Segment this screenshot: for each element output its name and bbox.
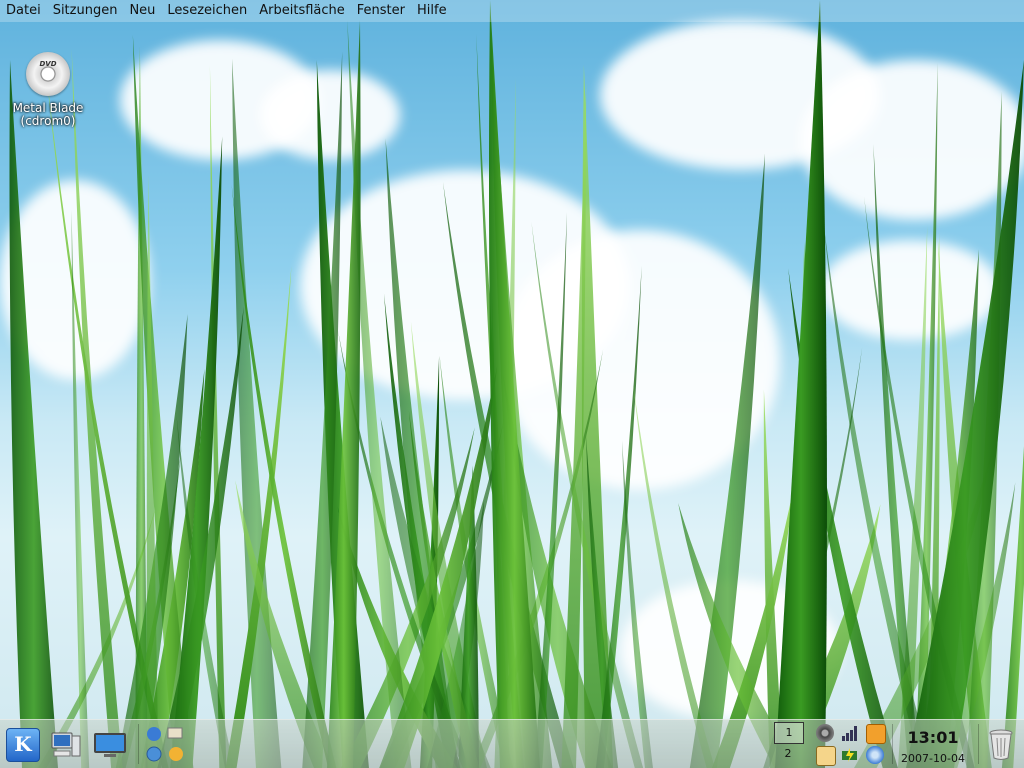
desktop-icon-label-line2: (cdrom0) xyxy=(20,114,76,128)
speaker-icon[interactable] xyxy=(816,724,834,742)
network-apps-icon[interactable] xyxy=(144,724,188,764)
desktop-icon-label: Metal Blade (cdrom0) xyxy=(8,102,88,128)
pager-desktop-2[interactable]: 2 xyxy=(774,744,802,764)
grass-wallpaper xyxy=(9,0,1024,768)
computer-icon[interactable] xyxy=(50,730,82,760)
panel-separator xyxy=(892,724,893,764)
menu-lesezeichen[interactable]: Lesezeichen xyxy=(161,0,253,22)
trash-icon[interactable] xyxy=(986,726,1016,762)
grass-blade xyxy=(775,0,827,768)
grass-blade xyxy=(232,58,282,768)
kde-menu-button[interactable]: K xyxy=(6,728,40,762)
menu-arbeitsflaeche[interactable]: Arbeitsfläche xyxy=(253,0,351,22)
desktop-show-icon[interactable] xyxy=(92,730,128,760)
clock-time[interactable]: 13:01 xyxy=(896,728,970,747)
desktop-pager: 1 2 xyxy=(774,722,804,766)
menu-datei[interactable]: Datei xyxy=(0,0,47,22)
email-icon[interactable] xyxy=(866,724,886,744)
menu-neu[interactable]: Neu xyxy=(123,0,161,22)
grass-blade xyxy=(9,60,58,768)
network-signal-icon[interactable] xyxy=(841,724,859,742)
panel-separator xyxy=(978,724,979,764)
menu-hilfe[interactable]: Hilfe xyxy=(411,0,453,22)
klipper-icon[interactable] xyxy=(816,746,836,766)
panel-separator xyxy=(138,724,139,764)
desktop-menubar: Datei Sitzungen Neu Lesezeichen Arbeitsf… xyxy=(0,0,1024,22)
update-icon[interactable] xyxy=(866,746,884,764)
clock-date[interactable]: 2007-10-04 xyxy=(896,752,970,765)
power-icon[interactable] xyxy=(841,746,859,764)
dvd-badge: DVD xyxy=(39,60,57,68)
kicker-panel: K 1 2 13:01 2007-10-04 xyxy=(0,719,1024,768)
menu-sitzungen[interactable]: Sitzungen xyxy=(47,0,124,22)
desktop-icon-dvd[interactable]: DVD Metal Blade (cdrom0) xyxy=(8,52,88,128)
dvd-disc-icon: DVD xyxy=(26,52,70,96)
menu-fenster[interactable]: Fenster xyxy=(351,0,411,22)
pager-desktop-1[interactable]: 1 xyxy=(774,722,804,744)
